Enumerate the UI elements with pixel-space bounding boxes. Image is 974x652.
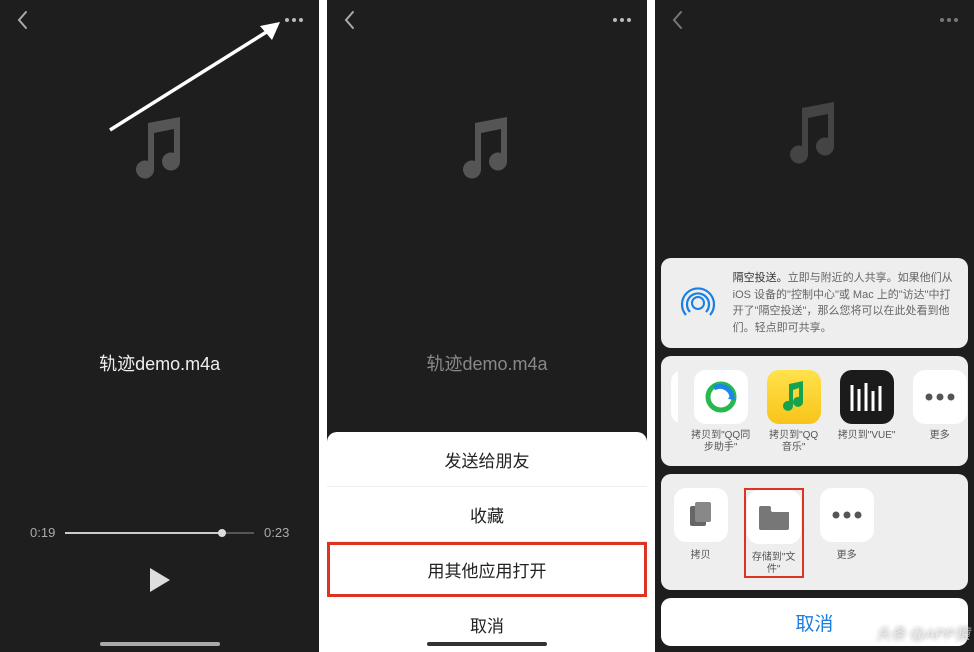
home-indicator[interactable]: [427, 642, 547, 646]
back-icon[interactable]: [343, 10, 355, 30]
screen-share-sheet: 隔空投送。立即与附近的人共享。如果他们从 iOS 设备的"控制中心"或 Mac …: [655, 0, 974, 652]
watermark: 头条 @APP猿: [876, 623, 970, 644]
more-icon: [913, 370, 967, 424]
folder-icon: [747, 490, 801, 544]
app-qq-sync[interactable]: 拷贝到"QQ同步助手": [691, 370, 751, 454]
airdrop-icon: [675, 280, 721, 326]
app-partial[interactable]: [671, 370, 678, 454]
vue-icon: [840, 370, 894, 424]
sheet-send-to-friend[interactable]: 发送给朋友: [327, 432, 646, 487]
action-more[interactable]: 更多: [817, 488, 877, 578]
share-sheet: 隔空投送。立即与附近的人共享。如果他们从 iOS 设备的"控制中心"或 Mac …: [655, 252, 974, 652]
copy-icon: [674, 488, 728, 542]
music-note-icon: [784, 100, 844, 173]
action-sheet: 发送给朋友 收藏 用其他应用打开 取消: [327, 432, 646, 652]
screen-action-sheet: 轨迹demo.m4a 发送给朋友 收藏 用其他应用打开 取消: [327, 0, 646, 652]
share-apps-row[interactable]: 拷贝到"QQ同步助手" 拷贝到"QQ音乐" 拷贝到"VUE" 更多: [661, 356, 968, 466]
qq-music-icon: [767, 370, 821, 424]
elapsed-time: 0:19: [30, 525, 55, 540]
more-icon: [820, 488, 874, 542]
share-actions-row[interactable]: 拷贝 存储到"文件" 更多: [661, 474, 968, 590]
screen-preview: 轨迹demo.m4a 0:19 0:23: [0, 0, 319, 652]
more-options-icon[interactable]: [285, 18, 303, 22]
app-vue[interactable]: 拷贝到"VUE": [837, 370, 897, 454]
back-icon[interactable]: [16, 10, 28, 30]
file-name: 轨迹demo.m4a: [327, 350, 646, 376]
file-name: 轨迹demo.m4a: [0, 350, 319, 376]
play-button[interactable]: [30, 568, 289, 592]
music-note-icon: [130, 115, 190, 188]
nav-bar: [0, 0, 319, 40]
app-qq-music[interactable]: 拷贝到"QQ音乐": [764, 370, 824, 454]
action-copy[interactable]: 拷贝: [671, 488, 731, 578]
airdrop-description: 隔空投送。立即与附近的人共享。如果他们从 iOS 设备的"控制中心"或 Mac …: [733, 270, 954, 336]
qq-sync-icon: [694, 370, 748, 424]
more-options-icon[interactable]: [940, 18, 958, 22]
home-indicator[interactable]: [100, 642, 220, 646]
back-icon[interactable]: [671, 10, 683, 30]
action-save-to-files[interactable]: 存储到"文件": [744, 488, 804, 578]
app-more[interactable]: 更多: [910, 370, 968, 454]
total-time: 0:23: [264, 525, 289, 540]
music-note-icon: [457, 115, 517, 188]
more-options-icon[interactable]: [613, 18, 631, 22]
progress-slider[interactable]: [65, 532, 254, 534]
player-controls: 0:19 0:23: [0, 525, 319, 592]
airdrop-panel[interactable]: 隔空投送。立即与附近的人共享。如果他们从 iOS 设备的"控制中心"或 Mac …: [661, 258, 968, 348]
sheet-favorite[interactable]: 收藏: [327, 487, 646, 542]
sheet-open-with-other-app[interactable]: 用其他应用打开: [327, 542, 646, 597]
